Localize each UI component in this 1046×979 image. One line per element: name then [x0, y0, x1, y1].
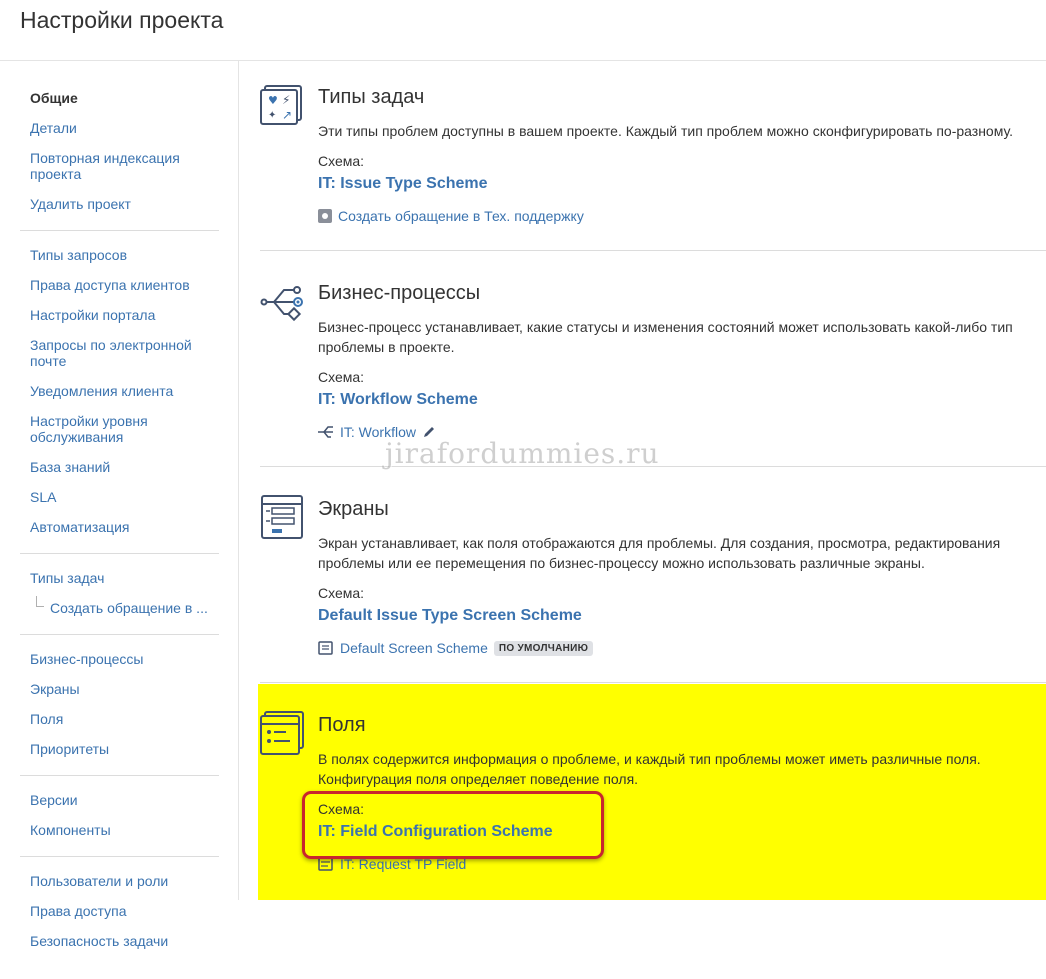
sidebar-group-config: Бизнес-процессы Экраны Поля Приоритеты: [20, 647, 219, 776]
screen-item[interactable]: Default Screen Scheme ПО УМОЛЧАНИЮ: [318, 640, 594, 656]
section-description: Бизнес-процесс устанавливает, какие стат…: [318, 319, 1013, 355]
svg-text:↗: ↗: [282, 108, 292, 122]
annotation-highlight-box: [302, 791, 604, 859]
sidebar-group-issue-types: Типы задач Создать обращение в ...: [20, 566, 219, 635]
sidebar-item-screens[interactable]: Экраны: [20, 677, 219, 701]
workflow-scheme-link[interactable]: IT: Workflow Scheme: [318, 391, 478, 409]
sidebar-item-details[interactable]: Детали: [20, 116, 219, 140]
section-screens: Экраны Экран устанавливает, как поля ото…: [260, 494, 1046, 664]
section-description: Эти типы проблем доступны в вашем проект…: [318, 123, 1013, 139]
scheme-label: Схема:: [318, 585, 365, 601]
watermark: jirafordummies.ru: [385, 437, 660, 470]
section-divider: [260, 250, 1046, 251]
fields-icon: [260, 711, 304, 755]
sidebar-item-label: Создать обращение в ...: [50, 600, 208, 616]
sidebar-group-releases: Версии Компоненты: [20, 788, 219, 857]
section-title: Типы задач: [318, 86, 425, 108]
header-divider: [0, 60, 1046, 61]
sidebar-item-issue-security[interactable]: Безопасность задачи: [20, 929, 219, 953]
screen-scheme-link[interactable]: Default Issue Type Screen Scheme: [318, 607, 582, 625]
field-small-icon: [318, 857, 333, 871]
sidebar-item-versions[interactable]: Версии: [20, 788, 219, 812]
screen-label: Default Screen Scheme: [340, 640, 488, 656]
sidebar-item-customer-permissions[interactable]: Права доступа клиентов: [20, 273, 219, 297]
screens-icon: [261, 495, 303, 539]
sidebar-item-components[interactable]: Компоненты: [20, 818, 219, 842]
sidebar-group-service: Типы запросов Права доступа клиентов Нас…: [20, 243, 219, 554]
section-title: Поля: [318, 714, 366, 736]
issue-type-scheme-link[interactable]: IT: Issue Type Scheme: [318, 175, 488, 193]
sidebar-divider: [238, 61, 239, 900]
workflow-small-icon: [318, 426, 333, 438]
sidebar-item-portal-settings[interactable]: Настройки портала: [20, 303, 219, 327]
sidebar-item-sla-settings[interactable]: Настройки уровня обслуживания: [20, 409, 210, 449]
sidebar-item-request-types[interactable]: Типы запросов: [20, 243, 219, 267]
tree-connector: [36, 596, 44, 607]
svg-text:♥: ♥: [268, 94, 278, 107]
sidebar-item-issue-types[interactable]: Типы задач: [20, 566, 219, 590]
issue-type-item[interactable]: Создать обращение в Тех. поддержку: [318, 208, 584, 224]
workflow-icon: [260, 286, 303, 322]
scheme-label: Схема:: [318, 153, 365, 169]
sidebar-item-workflows[interactable]: Бизнес-процессы: [20, 647, 219, 671]
sidebar-nav: Общие Детали Повторная индексация проект…: [20, 86, 219, 979]
screen-small-icon: [318, 641, 333, 655]
page-title: Настройки проекта: [20, 7, 224, 33]
sidebar-item-permissions[interactable]: Права доступа: [20, 899, 219, 923]
sidebar-item-delete-project[interactable]: Удалить проект: [20, 192, 219, 216]
sidebar-item-automation[interactable]: Автоматизация: [20, 515, 219, 539]
scheme-label: Схема:: [318, 369, 365, 385]
svg-text:✦: ✦: [268, 110, 276, 121]
sidebar-item-priorities[interactable]: Приоритеты: [20, 737, 219, 761]
section-title: Бизнес-процессы: [318, 282, 481, 304]
sidebar-item-email-requests[interactable]: Запросы по электронной почте: [20, 333, 210, 373]
sidebar-item-general[interactable]: Общие: [20, 86, 219, 110]
section-workflows: Бизнес-процессы Бизнес-процесс устанавли…: [260, 278, 1046, 448]
sidebar-item-sla[interactable]: SLA: [20, 485, 219, 509]
sidebar-item-users-roles[interactable]: Пользователи и роли: [20, 869, 219, 893]
svg-text:⚡: ⚡: [282, 93, 290, 107]
section-issue-types: ♥ ⚡ ✦ ↗ Типы задач Эти типы проблем дост…: [260, 82, 1046, 232]
sidebar-item-create-request[interactable]: Создать обращение в ...: [20, 596, 219, 620]
sidebar-item-customer-notifications[interactable]: Уведомления клиента: [20, 379, 219, 403]
sidebar-item-fields[interactable]: Поля: [20, 707, 219, 731]
request-type-icon: [318, 209, 332, 223]
default-badge: ПО УМОЛЧАНИЮ: [493, 640, 594, 656]
section-description: Экран устанавливает, как поля отображают…: [318, 535, 1001, 571]
sidebar-group-general: Общие Детали Повторная индексация проект…: [20, 86, 219, 231]
section-title: Экраны: [318, 498, 389, 520]
issue-type-label: Создать обращение в Тех. поддержку: [338, 208, 584, 224]
section-divider: [260, 682, 1046, 683]
section-description: В полях содержится информация о проблеме…: [318, 751, 981, 787]
sidebar-item-reindex[interactable]: Повторная индексация проекта: [20, 146, 210, 186]
sidebar-item-knowledge-base[interactable]: База знаний: [20, 455, 219, 479]
issue-types-icon: ♥ ⚡ ✦ ↗: [260, 85, 302, 125]
sidebar-group-access: Пользователи и роли Права доступа Безопа…: [20, 869, 219, 967]
